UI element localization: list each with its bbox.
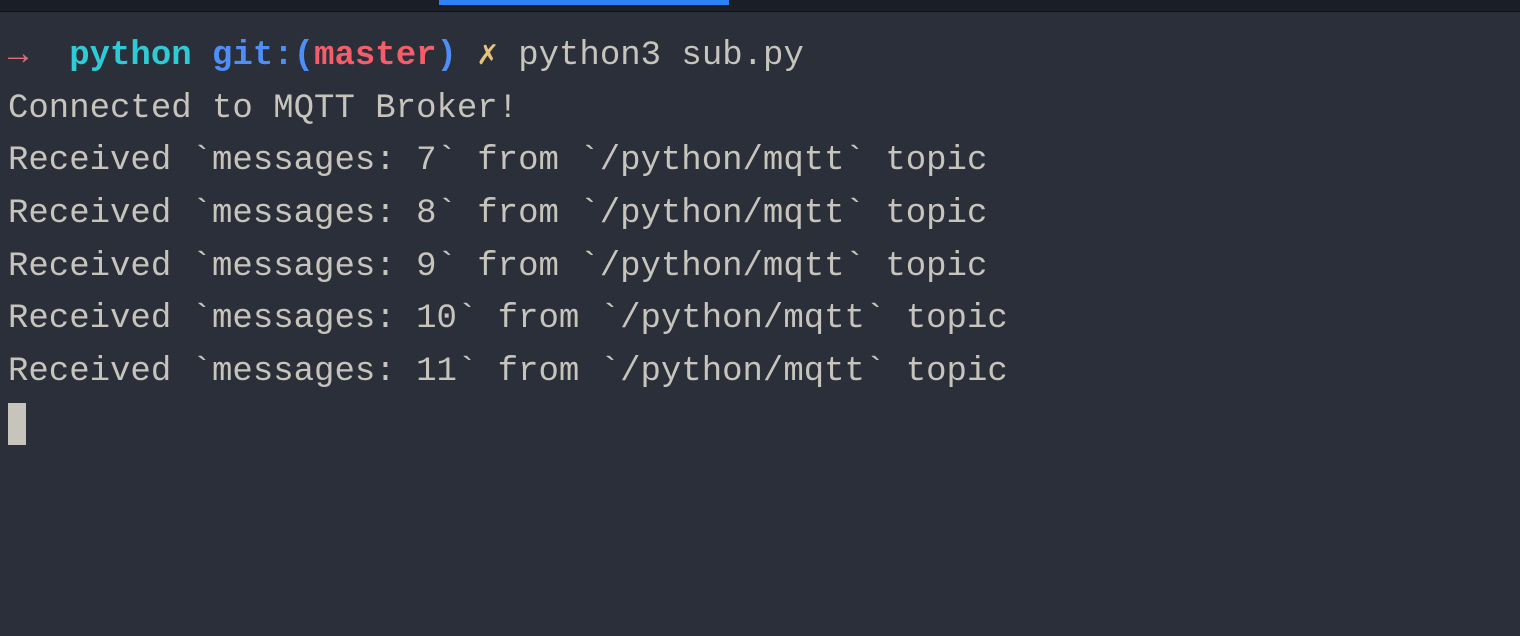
output-line: Received `messages: 7` from `/python/mqt…: [8, 135, 1512, 188]
prompt-command: python3 sub.py: [518, 37, 804, 75]
output-line: Received `messages: 11` from `/python/mq…: [8, 346, 1512, 399]
prompt-git-paren-open: (: [294, 37, 314, 75]
prompt-git-branch: master: [314, 37, 436, 75]
output-line: Received `messages: 10` from `/python/mq…: [8, 293, 1512, 346]
prompt-git-label: git:: [212, 37, 294, 75]
prompt-dirty-icon: ✗: [477, 37, 497, 75]
terminal-body[interactable]: → python git:(master) ✗ python3 sub.py C…: [0, 12, 1520, 453]
cursor-line: [8, 399, 1512, 453]
output-line: Connected to MQTT Broker!: [8, 83, 1512, 136]
prompt-dir: python: [69, 37, 191, 75]
output-line: Received `messages: 8` from `/python/mqt…: [8, 188, 1512, 241]
active-tab-indicator: [439, 0, 729, 5]
prompt-arrow-icon: →: [8, 37, 28, 75]
prompt-line: → python git:(master) ✗ python3 sub.py: [8, 30, 1512, 83]
output-line: Received `messages: 9` from `/python/mqt…: [8, 241, 1512, 294]
terminal-cursor-icon: [8, 403, 26, 445]
prompt-git-paren-close: ): [437, 37, 457, 75]
window-top-bar: [0, 0, 1520, 12]
